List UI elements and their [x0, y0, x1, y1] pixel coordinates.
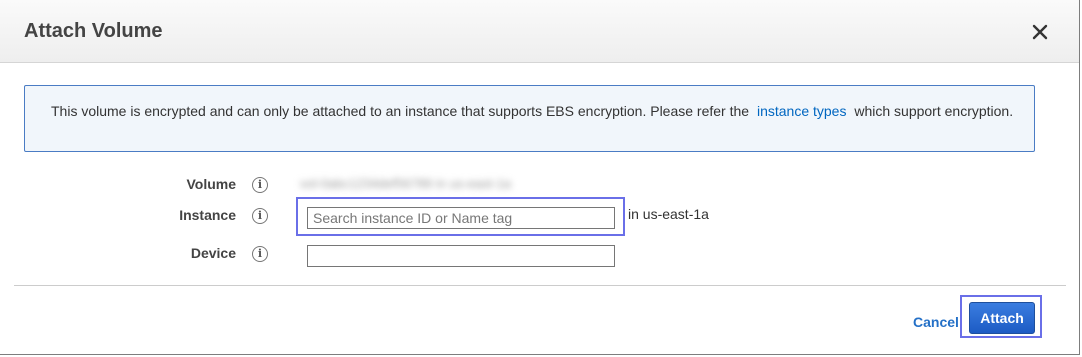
dialog-header: Attach Volume	[0, 0, 1079, 63]
close-icon	[1032, 24, 1048, 40]
volume-value: vol-0abc1234def56789 in us-east-1a	[300, 176, 512, 191]
device-info-icon[interactable]: i	[252, 246, 268, 262]
instance-region-text: in us-east-1a	[628, 206, 709, 222]
instance-search-input[interactable]	[307, 207, 615, 229]
encryption-notice-text: This volume is encrypted and can only be…	[51, 103, 1013, 119]
footer-divider	[14, 285, 1066, 286]
device-input[interactable]	[307, 245, 615, 267]
instance-label: Instance	[179, 207, 236, 223]
volume-info-icon[interactable]: i	[252, 177, 268, 193]
cancel-button[interactable]: Cancel	[913, 314, 959, 330]
notice-text-after: which support encryption.	[854, 103, 1014, 119]
close-button[interactable]	[1028, 20, 1052, 44]
volume-label: Volume	[186, 176, 236, 192]
instance-info-icon[interactable]: i	[252, 208, 268, 224]
attach-button[interactable]: Attach	[969, 302, 1035, 334]
encryption-notice: This volume is encrypted and can only be…	[24, 85, 1035, 152]
notice-text-before: This volume is encrypted and can only be…	[51, 103, 750, 119]
dialog-title: Attach Volume	[24, 20, 163, 42]
device-label: Device	[190, 245, 236, 261]
attach-volume-dialog: Attach Volume This volume is encrypted a…	[0, 0, 1080, 355]
instance-types-link[interactable]: instance types	[757, 103, 847, 119]
